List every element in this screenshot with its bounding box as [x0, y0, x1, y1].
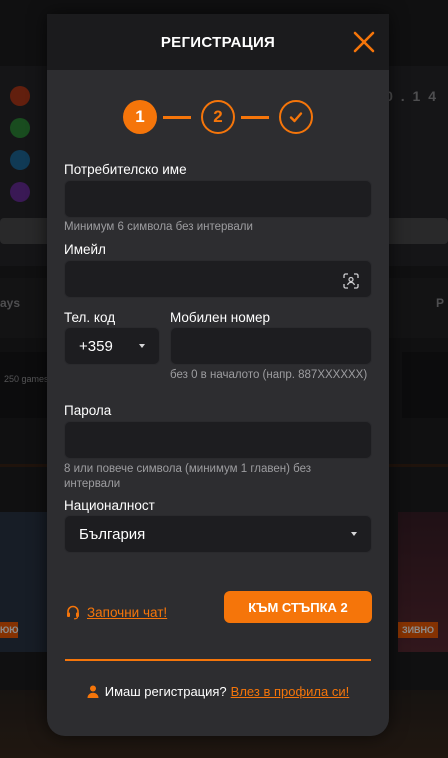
mobile-label: Мобилен номер	[170, 310, 271, 325]
username-input[interactable]	[64, 180, 372, 218]
password-input[interactable]	[64, 421, 372, 459]
user-icon	[87, 685, 99, 698]
login-question: Имаш регистрация?	[104, 684, 227, 699]
step-1: 1	[123, 100, 157, 134]
step-connector	[241, 116, 269, 119]
modal-title: РЕГИСТРАЦИЯ	[160, 33, 276, 51]
email-field[interactable]	[65, 261, 345, 297]
step-indicator: 1 2	[123, 100, 315, 134]
checkmark-icon	[289, 112, 303, 123]
modal-header: РЕГИСТРАЦИЯ	[47, 14, 389, 70]
scan-icon[interactable]	[343, 273, 359, 289]
next-step-button[interactable]: КЪМ СТЪПКА 2	[224, 591, 372, 623]
nationality-value: България	[79, 525, 146, 543]
login-prompt: Имаш регистрация? Влез в профила си!	[47, 684, 389, 699]
registration-modal: РЕГИСТРАЦИЯ 1 2 Потребителско име Миниму…	[47, 14, 389, 736]
close-button[interactable]	[351, 29, 377, 55]
username-hint: Минимум 6 символа без интервали	[64, 221, 253, 233]
username-label: Потребителско име	[64, 162, 187, 177]
step-3	[279, 100, 313, 134]
chevron-down-icon	[139, 344, 145, 348]
password-label: Парола	[64, 403, 112, 418]
mobile-hint: без 0 в началото (напр. 887XXXXXX)	[170, 369, 368, 381]
start-chat-label: Започни чат!	[87, 604, 168, 620]
phone-code-value: +359	[79, 337, 113, 355]
phone-code-label: Тел. код	[64, 310, 116, 325]
nationality-label: Националност	[64, 498, 155, 513]
login-link[interactable]: Влез в профила си!	[231, 684, 350, 699]
footer-divider	[65, 659, 371, 661]
step-2: 2	[201, 100, 235, 134]
email-field-wrapper	[64, 260, 372, 298]
email-label: Имейл	[64, 242, 106, 257]
password-hint: 8 или повече символа (минимум 1 главен) …	[64, 463, 312, 490]
close-icon	[353, 31, 375, 53]
mobile-input[interactable]	[170, 327, 372, 365]
step-connector	[163, 116, 191, 119]
chevron-down-icon	[351, 532, 357, 536]
headset-icon	[67, 605, 79, 620]
phone-code-select[interactable]: +359	[64, 327, 160, 365]
start-chat-link[interactable]: Започни чат!	[65, 604, 167, 620]
nationality-select[interactable]: България	[64, 515, 372, 553]
